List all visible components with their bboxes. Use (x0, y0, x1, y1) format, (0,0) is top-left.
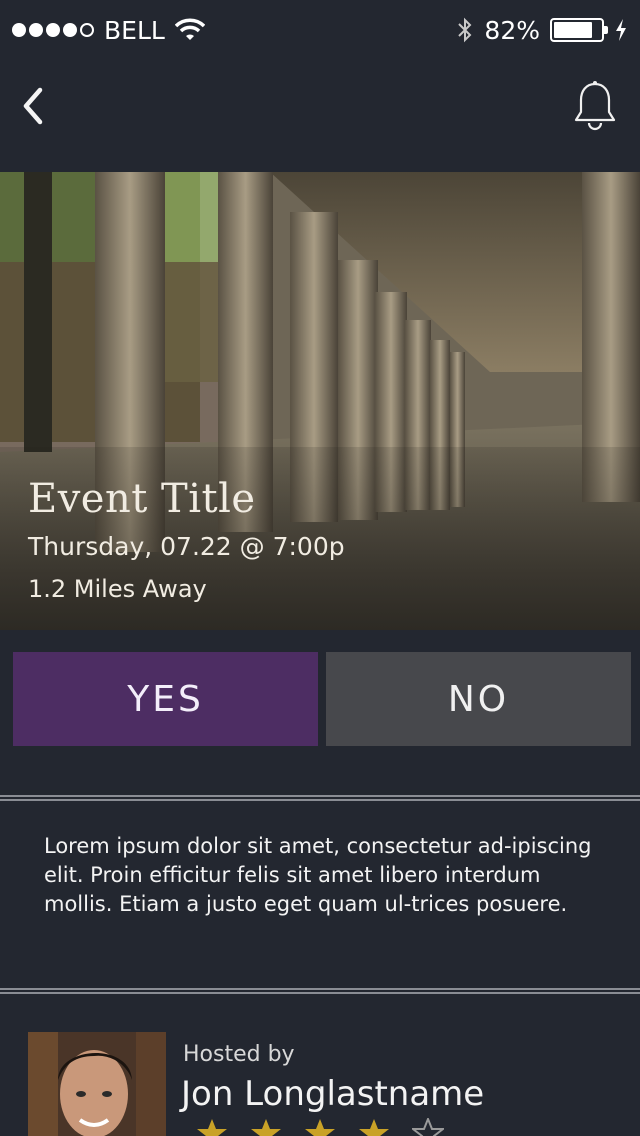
hosted-by-label: Hosted by (183, 1042, 295, 1067)
event-description: Lorem ipsum dolor sit amet, consectetur … (44, 834, 592, 916)
battery-icon (550, 18, 608, 42)
notifications-button[interactable] (572, 80, 618, 132)
star-filled-icon (305, 1119, 335, 1136)
host-name[interactable]: Jon Longlastname (181, 1074, 484, 1114)
signal-strength-icon (12, 23, 94, 37)
carrier-label: BELL (104, 15, 165, 45)
bell-icon (574, 81, 616, 131)
chevron-left-icon (23, 87, 43, 125)
back-button[interactable] (16, 84, 56, 128)
charging-icon (616, 19, 626, 41)
event-datetime: Thursday, 07.22 @ 7:00p (28, 532, 345, 561)
battery-percent: 82% (484, 15, 540, 45)
divider (0, 795, 640, 801)
event-hero-image (0, 172, 640, 630)
host-rating (196, 1118, 444, 1136)
host-photo (28, 1032, 166, 1136)
star-filled-icon (359, 1119, 389, 1136)
rsvp-yes-button[interactable]: YES (13, 652, 318, 746)
rsvp-no-button[interactable]: NO (326, 652, 631, 746)
nav-bar (0, 60, 640, 170)
divider (0, 988, 640, 994)
star-filled-icon (197, 1119, 227, 1136)
event-title: Event Title (28, 476, 256, 522)
star-empty-icon (412, 1118, 444, 1136)
star-filled-icon (251, 1119, 281, 1136)
wifi-icon (174, 18, 205, 40)
status-right: 82% (456, 16, 628, 45)
colonnade-photo (0, 172, 640, 630)
bluetooth-icon (458, 17, 472, 43)
host-avatar[interactable] (28, 1032, 166, 1136)
status-left: BELL (12, 16, 205, 45)
battery-fill (554, 22, 592, 38)
event-distance: 1.2 Miles Away (28, 575, 207, 603)
status-bar: BELL 82% (0, 0, 640, 60)
